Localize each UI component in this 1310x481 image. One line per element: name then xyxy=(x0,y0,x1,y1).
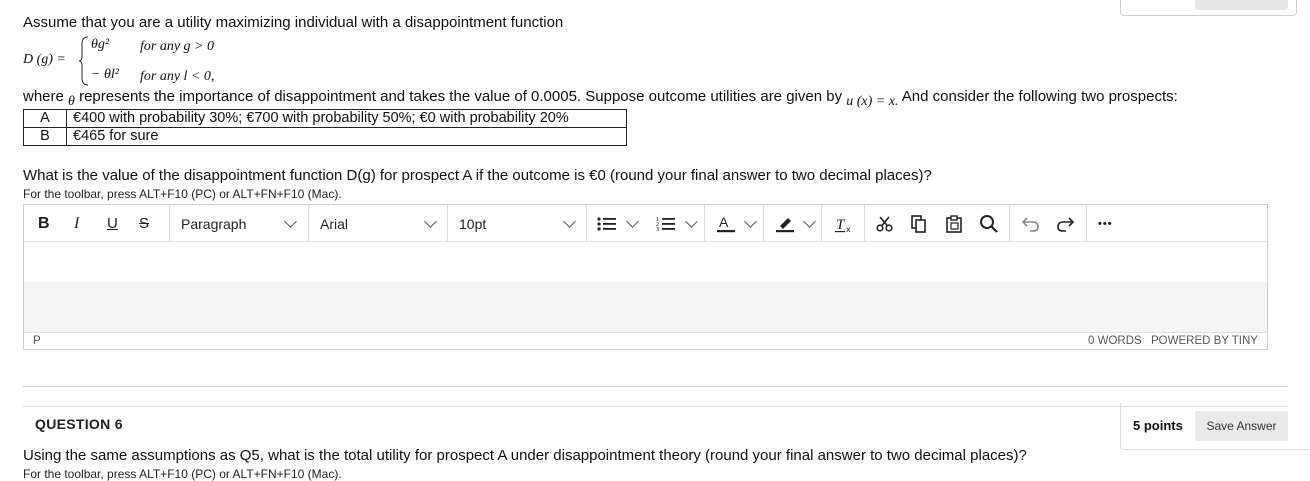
chevron-down-icon[interactable] xyxy=(744,205,757,242)
divider xyxy=(23,406,1288,407)
prospect-label: A xyxy=(23,109,67,128)
powered-by-link[interactable]: POWERED BY TINY xyxy=(1151,335,1258,347)
formula-lhs: D (g) = xyxy=(23,52,66,67)
toolbar-divider xyxy=(1009,205,1010,242)
search-icon[interactable] xyxy=(979,205,999,242)
toolbar-hint: For the toolbar, press ALT+F10 (PC) or A… xyxy=(23,187,342,201)
italic-button[interactable]: I xyxy=(74,205,79,242)
svg-text:T: T xyxy=(836,217,846,233)
where-pre: where xyxy=(23,88,64,105)
formula-case1-expr: θg² xyxy=(91,37,110,52)
more-options-icon[interactable]: ••• xyxy=(1098,205,1113,242)
element-path[interactable]: P xyxy=(33,335,41,347)
toolbar-divider xyxy=(586,205,587,242)
formula-case1-cond: for any g > 0 xyxy=(140,39,214,54)
toolbar-hint: For the toolbar, press ALT+F10 (PC) or A… xyxy=(23,467,342,481)
bullet-list-icon[interactable] xyxy=(597,205,617,242)
svg-text:x: x xyxy=(846,225,851,234)
divider xyxy=(23,386,1288,387)
chevron-down-icon[interactable] xyxy=(563,205,576,242)
toolbar-divider xyxy=(447,205,448,242)
chevron-down-icon[interactable] xyxy=(284,205,297,242)
intro-text: Assume that you are a utility maximizing… xyxy=(23,14,564,31)
font-family-label: Arial xyxy=(320,215,349,232)
question6-title: QUESTION 6 xyxy=(35,416,123,432)
paragraph-select-label: Paragraph xyxy=(181,215,247,232)
table-row: A €400 with probability 30%; €700 with p… xyxy=(23,109,627,128)
toolbar-divider xyxy=(821,205,822,242)
toolbar-divider xyxy=(704,205,705,242)
previous-save-button[interactable] xyxy=(1195,0,1288,10)
strikethrough-button[interactable]: S xyxy=(139,205,149,242)
table-row: B €465 for sure xyxy=(23,127,627,146)
svg-text:3: 3 xyxy=(656,227,659,232)
prospect-desc: €465 for sure xyxy=(66,127,627,146)
editor-toolbar: B I U S Paragraph Arial 10pt 123 A T x •… xyxy=(24,205,1267,242)
font-size-label: 10pt xyxy=(459,215,487,232)
underline-button[interactable]: U xyxy=(107,205,118,242)
copy-icon[interactable] xyxy=(910,205,928,242)
editor-statusbar: P 0 WORDS POWERED BY TINY xyxy=(24,332,1267,350)
cut-icon[interactable] xyxy=(876,205,894,242)
prospect-desc: €400 with probability 30%; €700 with pro… xyxy=(66,109,627,128)
chevron-down-icon[interactable] xyxy=(626,205,639,242)
theta-symbol: θ xyxy=(68,94,75,109)
question5-text: What is the value of the disappointment … xyxy=(23,167,932,184)
chevron-down-icon[interactable] xyxy=(803,205,816,242)
save-answer-button[interactable]: Save Answer xyxy=(1195,411,1288,441)
highlight-color-icon[interactable] xyxy=(775,205,795,242)
where-post: And consider the following two prospects… xyxy=(901,88,1178,105)
prospects-table: A €400 with probability 30%; €700 with p… xyxy=(23,109,627,146)
font-size-select[interactable]: 10pt xyxy=(459,205,486,242)
toolbar-divider xyxy=(763,205,764,242)
clear-formatting-icon[interactable]: Tx xyxy=(834,205,854,242)
question6-text: Using the same assumptions as Q5, what i… xyxy=(23,447,1027,464)
svg-text:A: A xyxy=(719,214,729,230)
font-family-select[interactable]: Arial xyxy=(320,205,348,242)
editor-content-area-lower[interactable] xyxy=(24,282,1267,332)
toolbar-divider xyxy=(308,205,309,242)
redo-icon[interactable] xyxy=(1055,205,1075,242)
rich-text-editor: B I U S Paragraph Arial 10pt 123 A T x •… xyxy=(23,204,1268,350)
points-label: 5 points xyxy=(1133,418,1183,433)
chevron-down-icon[interactable] xyxy=(685,205,698,242)
prospect-label: B xyxy=(23,127,67,146)
toolbar-divider xyxy=(169,205,170,242)
utility-function: u (x) = x. xyxy=(846,94,899,109)
toolbar-divider xyxy=(864,205,865,242)
where-mid: represents the importance of disappointm… xyxy=(79,88,843,105)
formula-case2-expr: − θl² xyxy=(91,67,119,82)
chevron-down-icon[interactable] xyxy=(424,205,437,242)
paste-icon[interactable] xyxy=(945,205,963,242)
formula-case2-cond: for any l < 0, xyxy=(140,69,215,84)
brace-icon xyxy=(78,36,89,86)
where-line: where θ represents the importance of dis… xyxy=(23,88,1178,109)
word-count: 0 WORDS xyxy=(1088,335,1142,347)
undo-icon[interactable] xyxy=(1021,205,1041,242)
bold-button[interactable]: B xyxy=(38,205,50,242)
toolbar-divider xyxy=(1086,205,1087,242)
text-color-icon[interactable]: A xyxy=(716,205,736,242)
paragraph-select[interactable]: Paragraph xyxy=(181,205,246,242)
numbered-list-icon[interactable]: 123 xyxy=(656,205,676,242)
editor-content-area[interactable] xyxy=(24,242,1267,282)
